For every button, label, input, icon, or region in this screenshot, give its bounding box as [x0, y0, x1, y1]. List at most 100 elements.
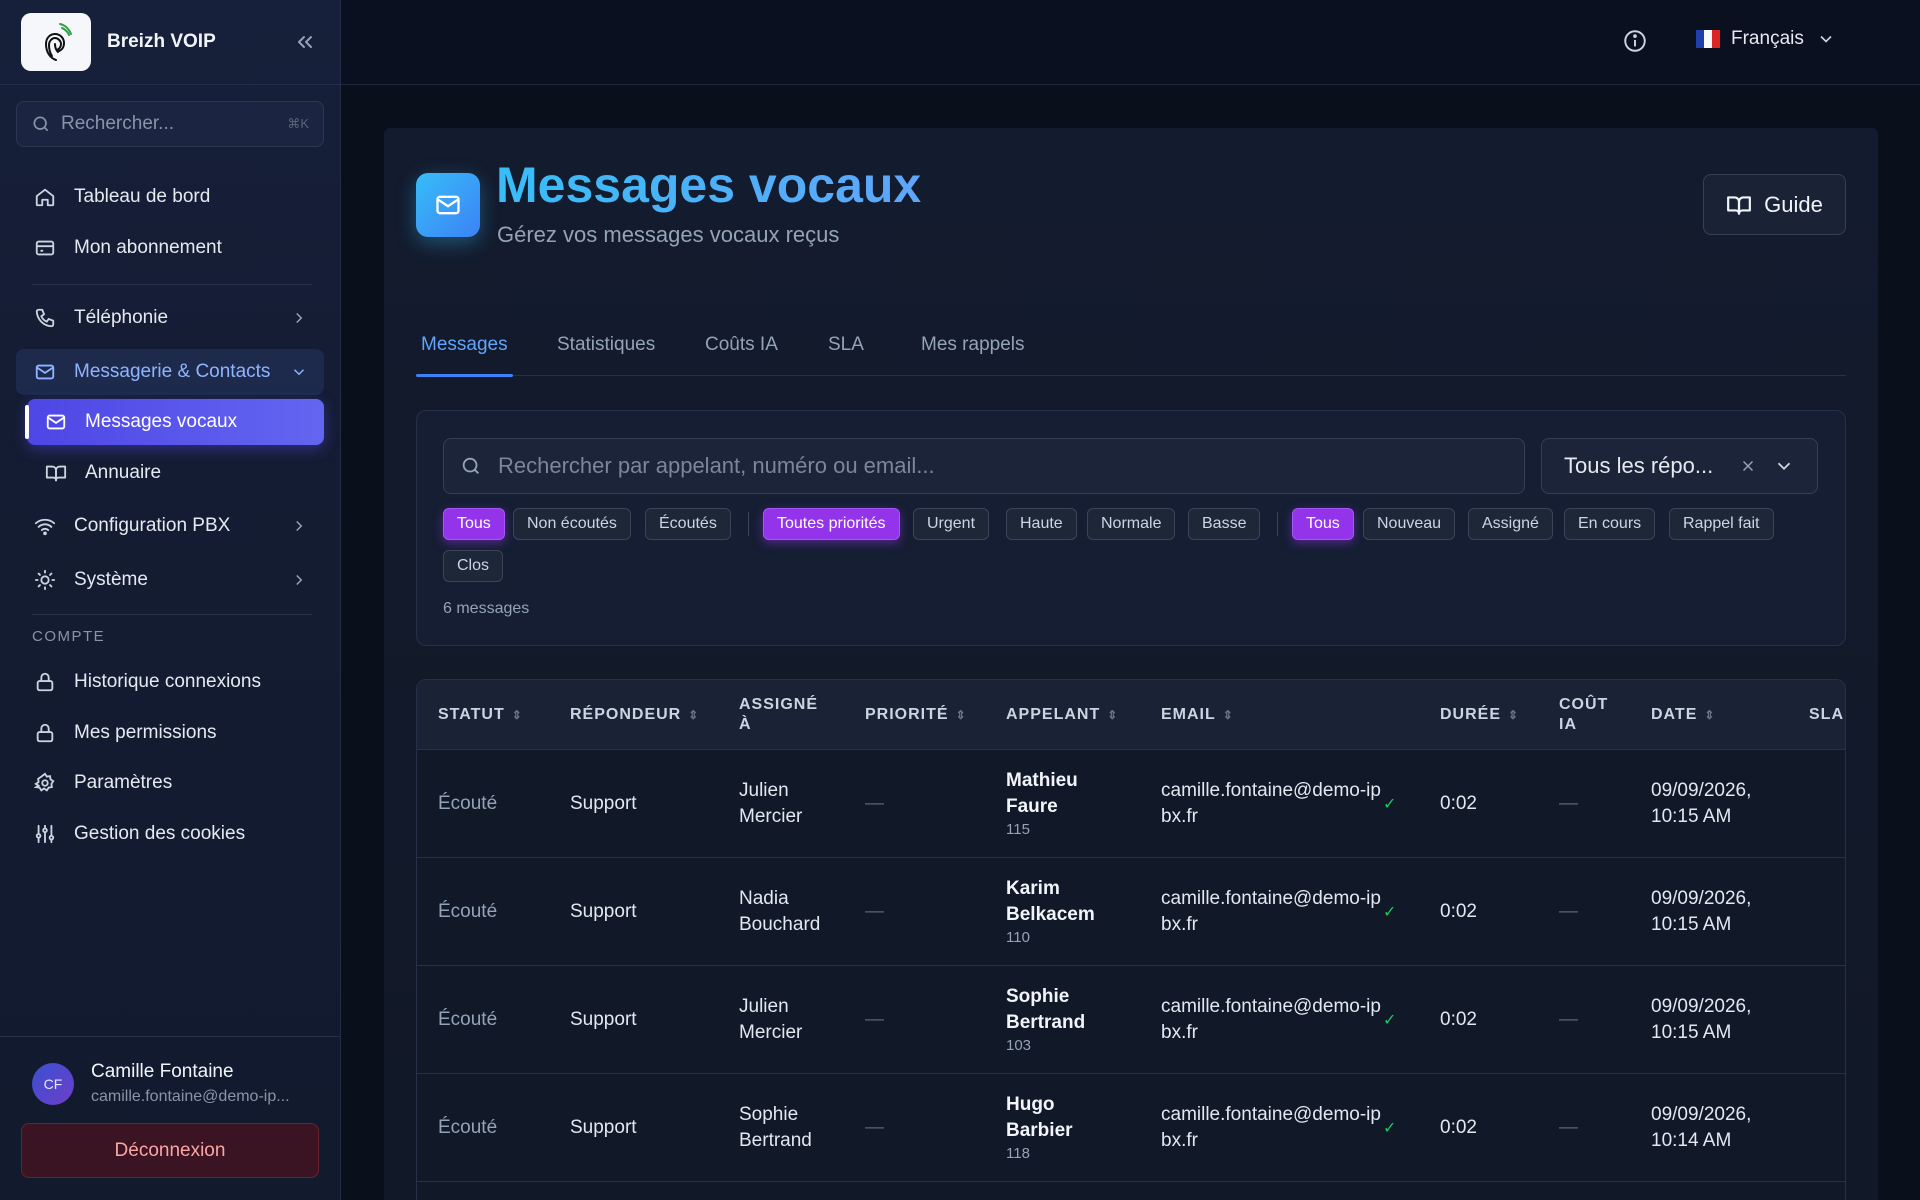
sidebar-item-messaging[interactable]: Messagerie & Contacts: [16, 349, 324, 395]
book-icon: [1727, 195, 1752, 215]
chip-closed[interactable]: Clos: [443, 550, 504, 582]
chevron-right-icon: [290, 309, 308, 327]
tab-callbacks[interactable]: Mes rappels: [916, 314, 1030, 376]
column-email[interactable]: EMAIL ⇕: [1161, 680, 1234, 750]
column-sla: SLA: [1809, 680, 1844, 750]
sidebar-item-label: Paramètres: [74, 772, 173, 793]
cell-caller: Mathieu Faure 115: [1006, 750, 1116, 858]
chip-normal[interactable]: Normale: [1087, 508, 1176, 540]
tab-statistics[interactable]: Statistiques: [552, 314, 660, 376]
chip-listen-all[interactable]: Tous: [443, 508, 505, 540]
brand-header: Breizh VOIP: [0, 0, 340, 85]
cell-duration: 0:02: [1440, 793, 1477, 814]
sidebar-item-label: Système: [74, 569, 148, 590]
chip-priority-all[interactable]: Toutes priorités: [763, 508, 900, 540]
gear-icon: [32, 770, 58, 796]
collapse-sidebar-icon[interactable]: [291, 28, 319, 56]
language-selector[interactable]: Français: [1696, 28, 1836, 50]
column-label: DATE: [1651, 706, 1698, 723]
cell-responder: Support: [570, 1117, 637, 1138]
table-row[interactable]: Écouté Support Julien Mercier — Sophie B…: [417, 966, 1845, 1074]
sidebar-divider: [32, 614, 312, 615]
responder-select[interactable]: Tous les répo...: [1541, 438, 1818, 494]
message-search-input[interactable]: [498, 453, 1508, 479]
tab-sla[interactable]: SLA: [823, 314, 869, 376]
sort-icon: ⇕: [1107, 708, 1119, 722]
table-row[interactable]: Écouté Support Nadia Bouchard — Karim Be…: [417, 858, 1845, 966]
sidebar-item-pbx[interactable]: Configuration PBX: [16, 503, 324, 549]
sidebar-item-dashboard[interactable]: Tableau de bord: [16, 174, 324, 220]
chevron-right-icon: [290, 517, 308, 535]
chip-in-progress[interactable]: En cours: [1564, 508, 1656, 540]
logout-button[interactable]: Déconnexion: [21, 1123, 319, 1178]
column-label: STATUT: [438, 706, 505, 723]
column-priority[interactable]: PRIORITÉ ⇕: [865, 680, 967, 750]
sidebar-item-settings[interactable]: Paramètres: [16, 760, 324, 806]
sidebar: Breizh VOIP Rechercher... ⌘K Tableau de …: [0, 0, 341, 1200]
sidebar-item-label: Messages vocaux: [85, 411, 238, 432]
sidebar-item-telephony[interactable]: Téléphonie: [16, 295, 324, 341]
chip-status-all[interactable]: Tous: [1292, 508, 1354, 540]
chip-low[interactable]: Basse: [1188, 508, 1261, 540]
sidebar-item-voicemail[interactable]: Messages vocaux: [25, 399, 324, 445]
home-icon: [32, 184, 58, 210]
column-date[interactable]: DATE ⇕: [1651, 680, 1715, 750]
chip-separator: [1277, 512, 1278, 536]
caller-extension: 103: [1006, 1037, 1032, 1054]
sidebar-item-login-history[interactable]: Historique connexions: [16, 659, 324, 705]
sidebar-item-subscription[interactable]: Mon abonnement: [16, 225, 324, 271]
tab-messages[interactable]: Messages: [416, 314, 513, 377]
message-search[interactable]: [443, 438, 1525, 494]
cell-date: 09/09/2026, 10:14 AM: [1651, 1104, 1752, 1151]
avatar[interactable]: CF: [32, 1063, 74, 1105]
column-duration[interactable]: DURÉE ⇕: [1440, 680, 1519, 750]
column-caller[interactable]: APPELANT ⇕: [1006, 680, 1118, 750]
brand-logo[interactable]: [21, 13, 91, 71]
chip-urgent[interactable]: Urgent: [913, 508, 990, 540]
messages-table: STATUT ⇕ RÉPONDEUR ⇕ ASSIGNÉ À PRIORITÉ ⇕ A…: [416, 679, 1846, 1200]
column-responder[interactable]: RÉPONDEUR ⇕: [570, 680, 699, 750]
guide-button[interactable]: Guide: [1703, 174, 1846, 235]
sidebar-search[interactable]: Rechercher... ⌘K: [16, 101, 324, 147]
tab-ai-costs[interactable]: Coûts IA: [700, 314, 783, 376]
search-shortcut: ⌘K: [287, 116, 309, 131]
chip-high[interactable]: Haute: [1006, 508, 1077, 540]
table-row[interactable]: Écouté Support Sophie Bertrand — Hugo Ba…: [417, 1074, 1845, 1182]
sidebar-item-permissions[interactable]: Mes permissions: [16, 710, 324, 756]
sort-icon: ⇕: [955, 708, 967, 722]
cell-responder: Support: [570, 793, 637, 814]
chip-assigned[interactable]: Assigné: [1468, 508, 1553, 540]
user-email: camille.fontaine@demo-ip...: [91, 1088, 290, 1105]
responder-select-value: Tous les répo...: [1564, 453, 1714, 478]
chip-new[interactable]: Nouveau: [1363, 508, 1456, 540]
column-status[interactable]: STATUT ⇕: [438, 680, 523, 750]
sidebar-item-directory[interactable]: Annuaire: [27, 450, 324, 496]
caller-name: Karim Belkacem: [1006, 878, 1095, 925]
book-icon: [43, 460, 69, 486]
table-row[interactable]: Écouté Support Julien Mercier — Mathieu …: [417, 750, 1845, 858]
sidebar-item-label: Tableau de bord: [74, 186, 211, 207]
cell-priority: —: [865, 793, 884, 814]
main-panel: Messages vocaux Gérez vos messages vocau…: [384, 128, 1878, 1200]
france-flag-icon: [1696, 30, 1720, 48]
mail-icon: [32, 359, 58, 385]
chip-callback-done[interactable]: Rappel fait: [1669, 508, 1774, 540]
caller-name: Mathieu Faure: [1006, 770, 1078, 817]
cell-priority: —: [865, 1009, 884, 1030]
caller-extension: 115: [1006, 821, 1030, 838]
sidebar-item-cookies[interactable]: Gestion des cookies: [16, 811, 324, 857]
top-bar: Français: [341, 0, 1920, 85]
info-icon[interactable]: [1622, 28, 1648, 54]
page-subtitle: Gérez vos messages vocaux reçus: [497, 222, 840, 247]
chip-unlistened[interactable]: Non écoutés: [513, 508, 631, 540]
cell-duration: 0:02: [1440, 901, 1477, 922]
close-icon[interactable]: [1739, 457, 1757, 475]
chip-listened[interactable]: Écoutés: [645, 508, 731, 540]
phone-icon: [32, 305, 58, 331]
filter-panel: Tous les répo... Tous Non écoutés Écouté…: [416, 410, 1846, 646]
mail-icon: [416, 173, 480, 237]
column-label: EMAIL: [1161, 706, 1216, 723]
sidebar-item-system[interactable]: Système: [16, 557, 324, 603]
cell-responder: Support: [570, 1009, 637, 1030]
search-icon: [462, 457, 479, 474]
